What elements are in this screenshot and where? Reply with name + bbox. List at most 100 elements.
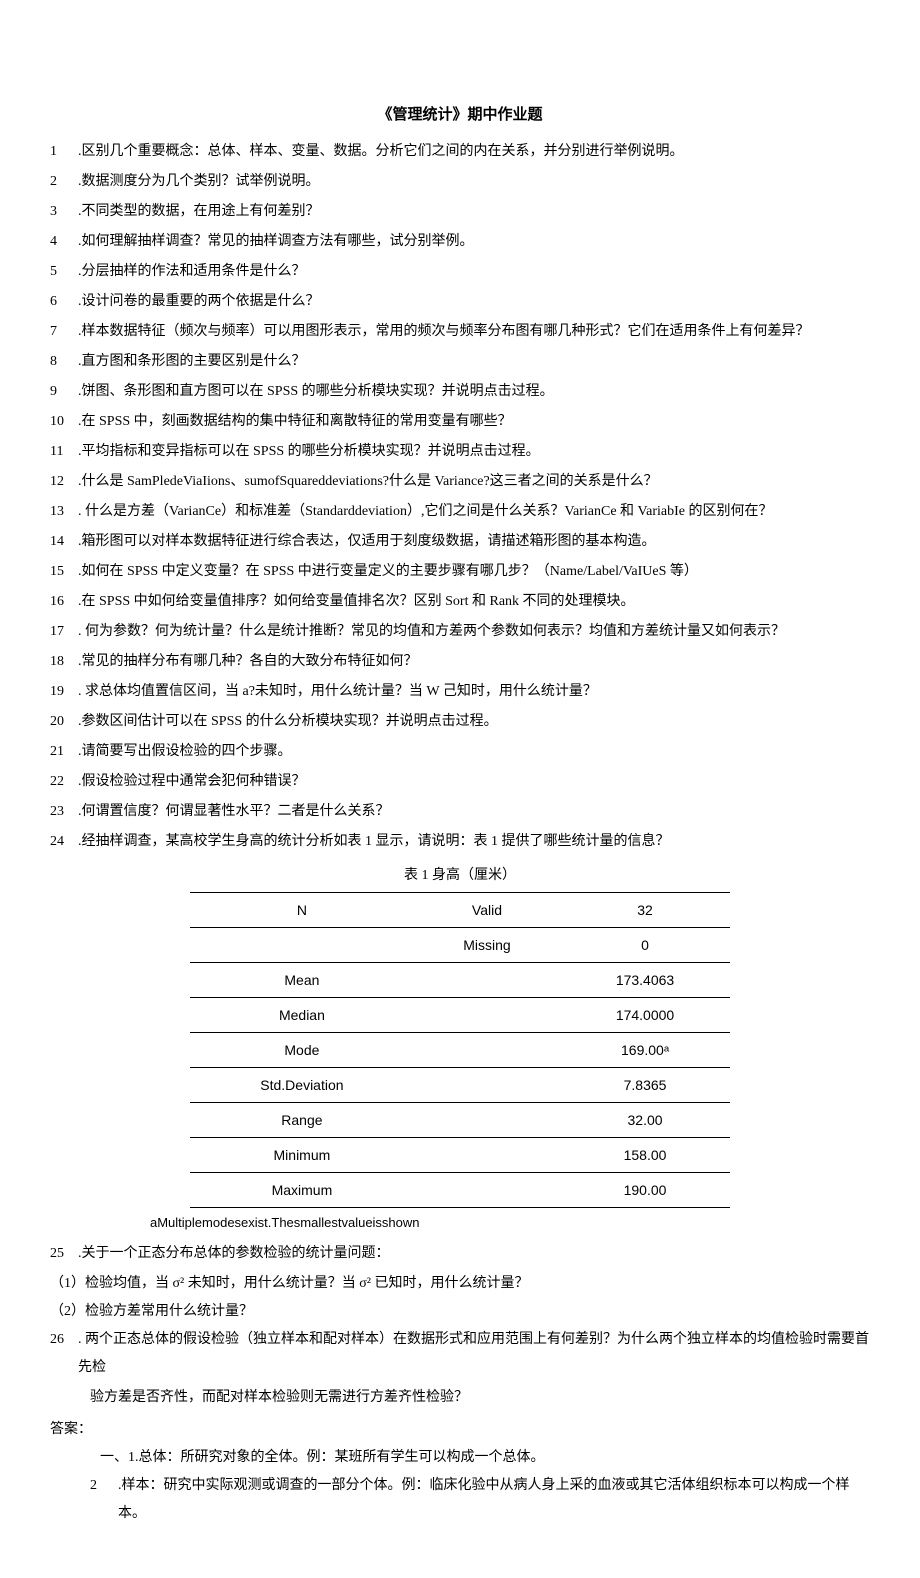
table-cell — [190, 928, 414, 963]
question-text: .如何理解抽样调查？常见的抽样调查方法有哪些，试分别举例。 — [78, 228, 870, 256]
sub-question: （1）检验均值，当 σ² 未知时，用什么统计量？当 σ² 已知时，用什么统计量？ — [50, 1270, 870, 1298]
table-cell: Median — [190, 998, 414, 1033]
table-row: Std.Deviation7.8365 — [190, 1068, 730, 1103]
question-item: 25.关于一个正态分布总体的参数检验的统计量问题： — [50, 1240, 870, 1268]
table-cell — [414, 1138, 560, 1173]
question-num: 10 — [50, 408, 78, 436]
question-num: 19 — [50, 678, 78, 706]
question-num: 8 — [50, 348, 78, 376]
table-row: Median 174.0000 — [190, 998, 730, 1033]
table-cell — [414, 1033, 560, 1068]
question-text: .请简要写出假设检验的四个步骤。 — [78, 738, 870, 766]
question-text: .常见的抽样分布有哪几种？各自的大致分布特征如何？ — [78, 648, 870, 676]
question-num: 5 — [50, 258, 78, 286]
table-cell: Mode — [190, 1033, 414, 1068]
table-cell: N — [190, 893, 414, 928]
question-num: 6 — [50, 288, 78, 316]
answer-text: .样本：研究中实际观测或调查的一部分个体。例：临床化验中从病人身上采的血液或其它… — [118, 1472, 870, 1528]
question-item: 6.设计问卷的最重要的两个依据是什么？ — [50, 288, 870, 316]
table-cell: Maximum — [190, 1173, 414, 1208]
question-num: 9 — [50, 378, 78, 406]
question-text: .什么是 SamPledeViaIions、sumofSquareddeviat… — [78, 468, 870, 496]
question-num: 14 — [50, 528, 78, 556]
question-num: 2 — [50, 168, 78, 196]
table-cell: 32.00 — [560, 1103, 730, 1138]
question-item: 10.在 SPSS 中，刻画数据结构的集中特征和离散特征的常用变量有哪些？ — [50, 408, 870, 436]
table-cell: 0 — [560, 928, 730, 963]
question-item: 19. 求总体均值置信区间，当 a?未知时，用什么统计量？当 W 己知时，用什么… — [50, 678, 870, 706]
question-text: .平均指标和变异指标可以在 SPSS 的哪些分析模块实现？并说明点击过程。 — [78, 438, 870, 466]
table-row: Maximum 190.00 — [190, 1173, 730, 1208]
question-item: 20.参数区间估计可以在 SPSS 的什么分析模块实现？并说明点击过程。 — [50, 708, 870, 736]
question-text: .样本数据特征（频次与频率）可以用图形表示，常用的频次与频率分布图有哪几种形式？… — [78, 318, 870, 346]
question-item: 3.不同类型的数据，在用途上有何差别？ — [50, 198, 870, 226]
question-item: 5.分层抽样的作法和适用条件是什么？ — [50, 258, 870, 286]
question-num: 20 — [50, 708, 78, 736]
question-text: .分层抽样的作法和适用条件是什么？ — [78, 258, 870, 286]
question-item: 22.假设检验过程中通常会犯何种错误？ — [50, 768, 870, 796]
question-item: 12.什么是 SamPledeViaIions、sumofSquareddevi… — [50, 468, 870, 496]
page-title: 《管理统计》期中作业题 — [50, 100, 870, 130]
answer-item: 一、1.总体：所研究对象的全体。例：某班所有学生可以构成一个总体。 — [50, 1444, 870, 1472]
question-text: . 两个正态总体的假设检验（独立样本和配对样本）在数据形式和应用范围上有何差别？… — [78, 1326, 870, 1382]
question-item: 23.何谓置信度？何谓显著性水平？二者是什么关系？ — [50, 798, 870, 826]
question-item: 2.数据测度分为几个类别？试举例说明。 — [50, 168, 870, 196]
question-item: 16.在 SPSS 中如何给变量值排序？如何给变量值排名次？区别 Sort 和 … — [50, 588, 870, 616]
table-cell — [414, 998, 560, 1033]
question-item: 17. 何为参数？何为统计量？什么是统计推断？常见的均值和方差两个参数如何表示？… — [50, 618, 870, 646]
question-text: .何谓置信度？何谓显著性水平？二者是什么关系？ — [78, 798, 870, 826]
table-cell: 174.0000 — [560, 998, 730, 1033]
question-text: .在 SPSS 中如何给变量值排序？如何给变量值排名次？区别 Sort 和 Ra… — [78, 588, 870, 616]
question-text: .设计问卷的最重要的两个依据是什么？ — [78, 288, 870, 316]
question-num: 24 — [50, 828, 78, 856]
table-caption: 表 1 身高（厘米） — [50, 862, 870, 890]
table-row: Mean173.4063 — [190, 963, 730, 998]
table-cell: 7.8365 — [560, 1068, 730, 1103]
question-num: 17 — [50, 618, 78, 646]
question-text: .箱形图可以对样本数据特征进行综合表达，仅适用于刻度级数据，请描述箱形图的基本构… — [78, 528, 870, 556]
question-text: . 什么是方差（VarianCe）和标准差（Standarddeviation）… — [78, 498, 870, 526]
question-num: 21 — [50, 738, 78, 766]
question-text: .假设检验过程中通常会犯何种错误？ — [78, 768, 870, 796]
table-cell — [414, 1103, 560, 1138]
question-num: 11 — [50, 438, 78, 466]
question-text: .饼图、条形图和直方图可以在 SPSS 的哪些分析模块实现？并说明点击过程。 — [78, 378, 870, 406]
question-num: 13 — [50, 498, 78, 526]
question-item: 4.如何理解抽样调查？常见的抽样调查方法有哪些，试分别举例。 — [50, 228, 870, 256]
question-text: .如何在 SPSS 中定义变量？在 SPSS 中进行变量定义的主要步骤有哪几步？… — [78, 558, 870, 586]
question-list: 1.区别几个重要概念：总体、样本、变量、数据。分析它们之间的内在关系，并分别进行… — [50, 138, 870, 856]
question-item: 21.请简要写出假设检验的四个步骤。 — [50, 738, 870, 766]
table-row: NValid32 — [190, 893, 730, 928]
question-text: . 求总体均值置信区间，当 a?未知时，用什么统计量？当 W 己知时，用什么统计… — [78, 678, 870, 706]
question-num: 4 — [50, 228, 78, 256]
question-item: 15.如何在 SPSS 中定义变量？在 SPSS 中进行变量定义的主要步骤有哪几… — [50, 558, 870, 586]
answer-label: 答案： — [50, 1416, 870, 1444]
table-cell: 173.4063 — [560, 963, 730, 998]
question-num: 22 — [50, 768, 78, 796]
sub-question: （2）检验方差常用什么统计量？ — [50, 1298, 870, 1326]
table-cell: 190.00 — [560, 1173, 730, 1208]
question-text: .关于一个正态分布总体的参数检验的统计量问题： — [78, 1240, 870, 1268]
question-continuation: 验方差是否齐性，而配对样本检验则无需进行方差齐性检验？ — [50, 1384, 870, 1412]
table-cell: 32 — [560, 893, 730, 928]
question-text: .参数区间估计可以在 SPSS 的什么分析模块实现？并说明点击过程。 — [78, 708, 870, 736]
question-item: 11.平均指标和变异指标可以在 SPSS 的哪些分析模块实现？并说明点击过程。 — [50, 438, 870, 466]
question-num: 1 — [50, 138, 78, 166]
question-item: 18.常见的抽样分布有哪几种？各自的大致分布特征如何？ — [50, 648, 870, 676]
table-cell — [414, 1173, 560, 1208]
question-num: 3 — [50, 198, 78, 226]
question-item: 1.区别几个重要概念：总体、样本、变量、数据。分析它们之间的内在关系，并分别进行… — [50, 138, 870, 166]
question-item: 7.样本数据特征（频次与频率）可以用图形表示，常用的频次与频率分布图有哪几种形式… — [50, 318, 870, 346]
table-cell: Missing — [414, 928, 560, 963]
statistics-table: NValid32 Missing0 Mean173.4063 Median 174… — [190, 892, 730, 1208]
question-num: 7 — [50, 318, 78, 346]
question-item: 26. 两个正态总体的假设检验（独立样本和配对样本）在数据形式和应用范围上有何差… — [50, 1326, 870, 1382]
question-num: 25 — [50, 1240, 78, 1268]
table-row: Range32.00 — [190, 1103, 730, 1138]
table-row: Minimum158.00 — [190, 1138, 730, 1173]
answer-item: 2.样本：研究中实际观测或调查的一部分个体。例：临床化验中从病人身上采的血液或其… — [50, 1472, 870, 1528]
table-cell: Minimum — [190, 1138, 414, 1173]
question-text: .经抽样调查，某高校学生身高的统计分析如表 1 显示，请说明：表 1 提供了哪些… — [78, 828, 870, 856]
question-num: 15 — [50, 558, 78, 586]
question-item: 8.直方图和条形图的主要区别是什么？ — [50, 348, 870, 376]
